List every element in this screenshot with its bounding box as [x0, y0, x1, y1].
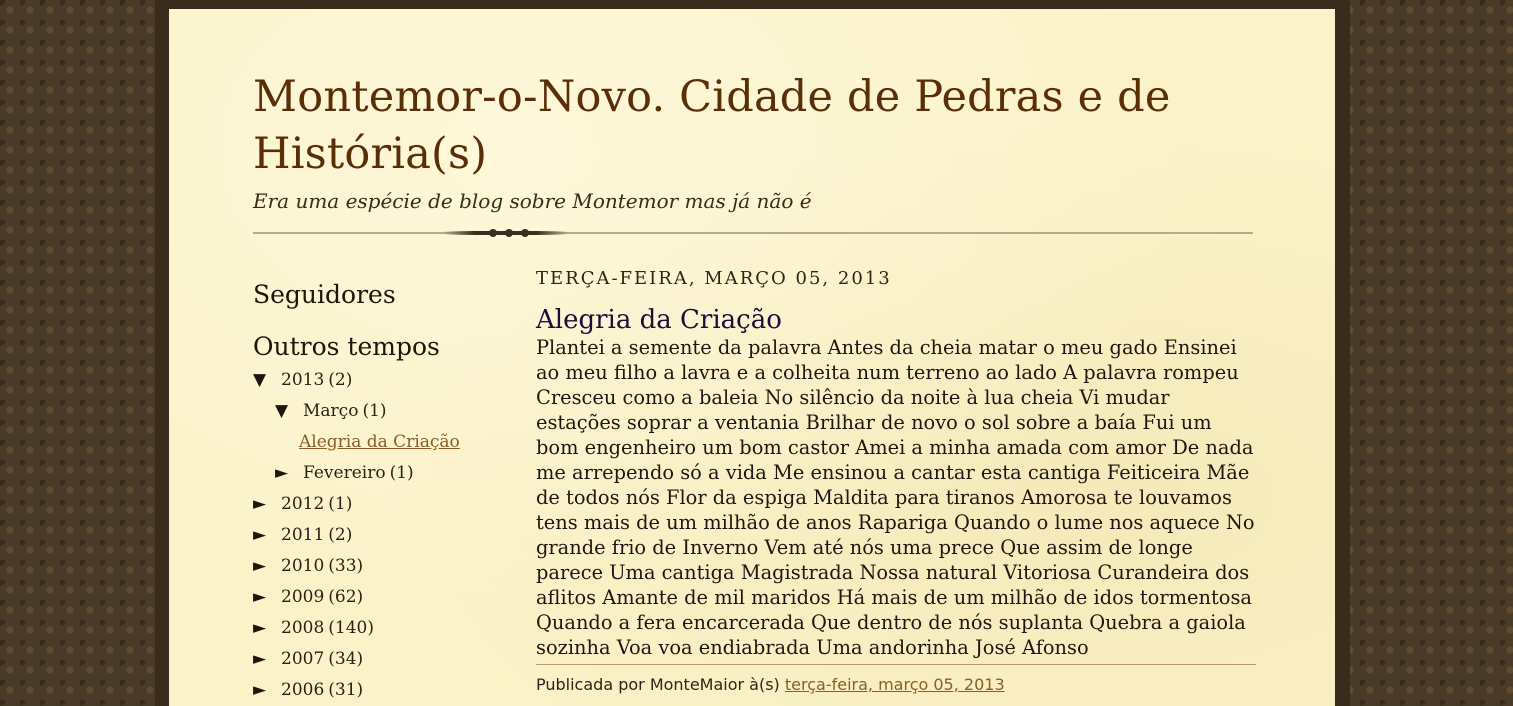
- archive-year-label[interactable]: 2006: [281, 680, 324, 700]
- archive-year-2012: ► 2012 (1): [253, 489, 503, 520]
- archive-count: (34): [328, 649, 364, 669]
- collapsed-triangle-icon[interactable]: ►: [253, 551, 281, 582]
- archive-post-item: Alegria da Criação: [253, 427, 503, 458]
- archive-year-label[interactable]: 2013: [281, 370, 324, 390]
- archive-month-marco: ▼ Março (1): [253, 396, 503, 427]
- post-author-line: Publicada por MonteMaior à(s): [536, 675, 780, 694]
- archive-count: (62): [328, 587, 364, 607]
- post-timestamp-link[interactable]: terça-feira, março 05, 2013: [785, 675, 1005, 694]
- sidebar: Seguidores Outros tempos ▼ 2013 (2) ▼ Março…: [253, 279, 503, 706]
- blog-header: Montemor-o-Novo. Cidade de Pedras e de H…: [253, 69, 1253, 213]
- archive-year-2008: ► 2008 (140): [253, 613, 503, 644]
- collapsed-triangle-icon[interactable]: ►: [275, 458, 303, 489]
- archive-year-label[interactable]: 2010: [281, 556, 324, 576]
- archive-year-2011: ► 2011 (2): [253, 520, 503, 551]
- collapsed-triangle-icon[interactable]: ►: [253, 489, 281, 520]
- expanded-triangle-icon[interactable]: ▼: [275, 396, 303, 427]
- archive-month-label[interactable]: Fevereiro: [303, 463, 386, 483]
- archive-year-label[interactable]: 2012: [281, 494, 324, 514]
- archive-count: (2): [328, 370, 353, 390]
- header-divider: [253, 229, 1253, 237]
- collapsed-triangle-icon[interactable]: ►: [253, 644, 281, 675]
- archive-year-2013: ▼ 2013 (2): [253, 365, 503, 396]
- archive-year-label[interactable]: 2009: [281, 587, 324, 607]
- archive-year-label[interactable]: 2007: [281, 649, 324, 669]
- followers-heading: Seguidores: [253, 280, 396, 309]
- archive-year-2010: ► 2010 (33): [253, 551, 503, 582]
- archive-count: (140): [328, 618, 374, 638]
- archive-heading: Outros tempos: [253, 332, 440, 361]
- archive-year-label[interactable]: 2008: [281, 618, 324, 638]
- archive-year-2009: ► 2009 (62): [253, 582, 503, 613]
- blog-title[interactable]: Montemor-o-Novo. Cidade de Pedras e de H…: [253, 69, 1253, 183]
- archive-count: (1): [328, 494, 353, 514]
- post-footer: Publicada por MonteMaior à(s) terça-feir…: [536, 664, 1256, 694]
- archive-count: (2): [328, 525, 353, 545]
- collapsed-triangle-icon[interactable]: ►: [253, 613, 281, 644]
- archive-year-2006: ► 2006 (31): [253, 675, 503, 706]
- archive-count: (33): [328, 556, 364, 576]
- blog-description: Era uma espécie de blog sobre Montemor m…: [253, 189, 812, 213]
- archive-post-link[interactable]: Alegria da Criação: [299, 432, 460, 452]
- post-body: Plantei a semente da palavra Antes da ch…: [536, 336, 1255, 659]
- expanded-triangle-icon[interactable]: ▼: [253, 365, 281, 396]
- collapsed-triangle-icon[interactable]: ►: [253, 520, 281, 551]
- post-title[interactable]: Alegria da Criação: [536, 305, 1256, 335]
- archive-year-2007: ► 2007 (34): [253, 644, 503, 675]
- archive-count: (1): [389, 463, 414, 483]
- collapsed-triangle-icon[interactable]: ►: [253, 675, 281, 706]
- main-column: TERÇA-FEIRA, MARÇO 05, 2013 Alegria da C…: [536, 265, 1256, 694]
- archive-month-label[interactable]: Março: [303, 401, 358, 421]
- blog-page: Montemor-o-Novo. Cidade de Pedras e de H…: [169, 9, 1335, 706]
- collapsed-triangle-icon[interactable]: ►: [253, 582, 281, 613]
- archive-month-fevereiro: ► Fevereiro (1): [253, 458, 503, 489]
- archive-count: (1): [362, 401, 387, 421]
- archive-count: (31): [328, 680, 364, 700]
- post-date-header: TERÇA-FEIRA, MARÇO 05, 2013: [536, 268, 892, 289]
- archive-year-label[interactable]: 2011: [281, 525, 324, 545]
- blog-archive: ▼ 2013 (2) ▼ Março (1) Alegria da Criação ► F…: [253, 365, 503, 706]
